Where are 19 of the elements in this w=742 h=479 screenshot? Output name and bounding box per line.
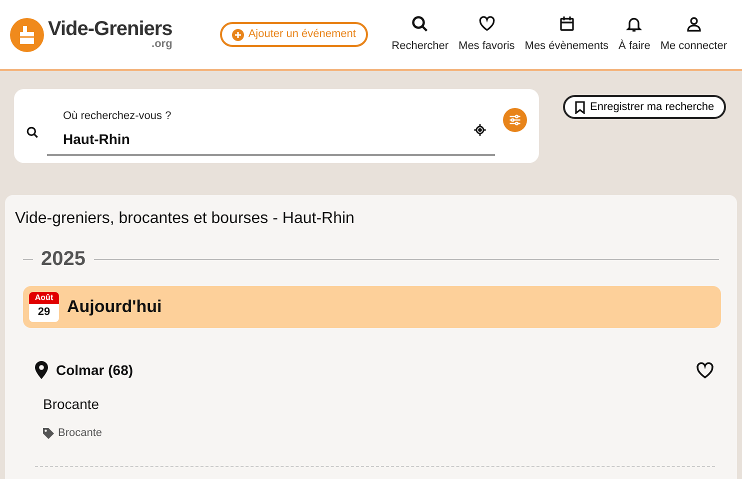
field-label: Où recherchez-vous ? <box>63 109 172 124</box>
nav-link[interactable]: Mes évènements <box>520 14 614 54</box>
search-field[interactable]: Où recherchez-vous ? Haut-Rhin <box>47 108 495 156</box>
day-label: Aujourd'hui <box>67 296 162 318</box>
year-heading: 2025 <box>40 247 86 272</box>
logo-text: Vide-Greniers <box>48 19 172 39</box>
event-name: Brocante <box>43 395 100 414</box>
nav-link[interactable]: Rechercher <box>386 14 454 54</box>
results-title: Vide-greniers, brocantes et bourses - Haut-Rhin <box>15 209 356 228</box>
date-day: 29 <box>29 304 59 318</box>
event-city: Colmar (68) <box>56 360 134 380</box>
nav-link[interactable]: À faire <box>614 14 656 54</box>
save-search-button[interactable]: Enregistrer ma recherche <box>563 95 726 119</box>
nav-link[interactable]: Mes favoris <box>454 14 520 54</box>
date-month: Août <box>29 292 59 304</box>
nav-link[interactable]: Me connecter <box>655 14 732 54</box>
field-value: Haut-Rhin <box>63 130 131 149</box>
logo-suffix: .org <box>152 39 172 50</box>
event-tag: Brocante <box>58 425 102 442</box>
